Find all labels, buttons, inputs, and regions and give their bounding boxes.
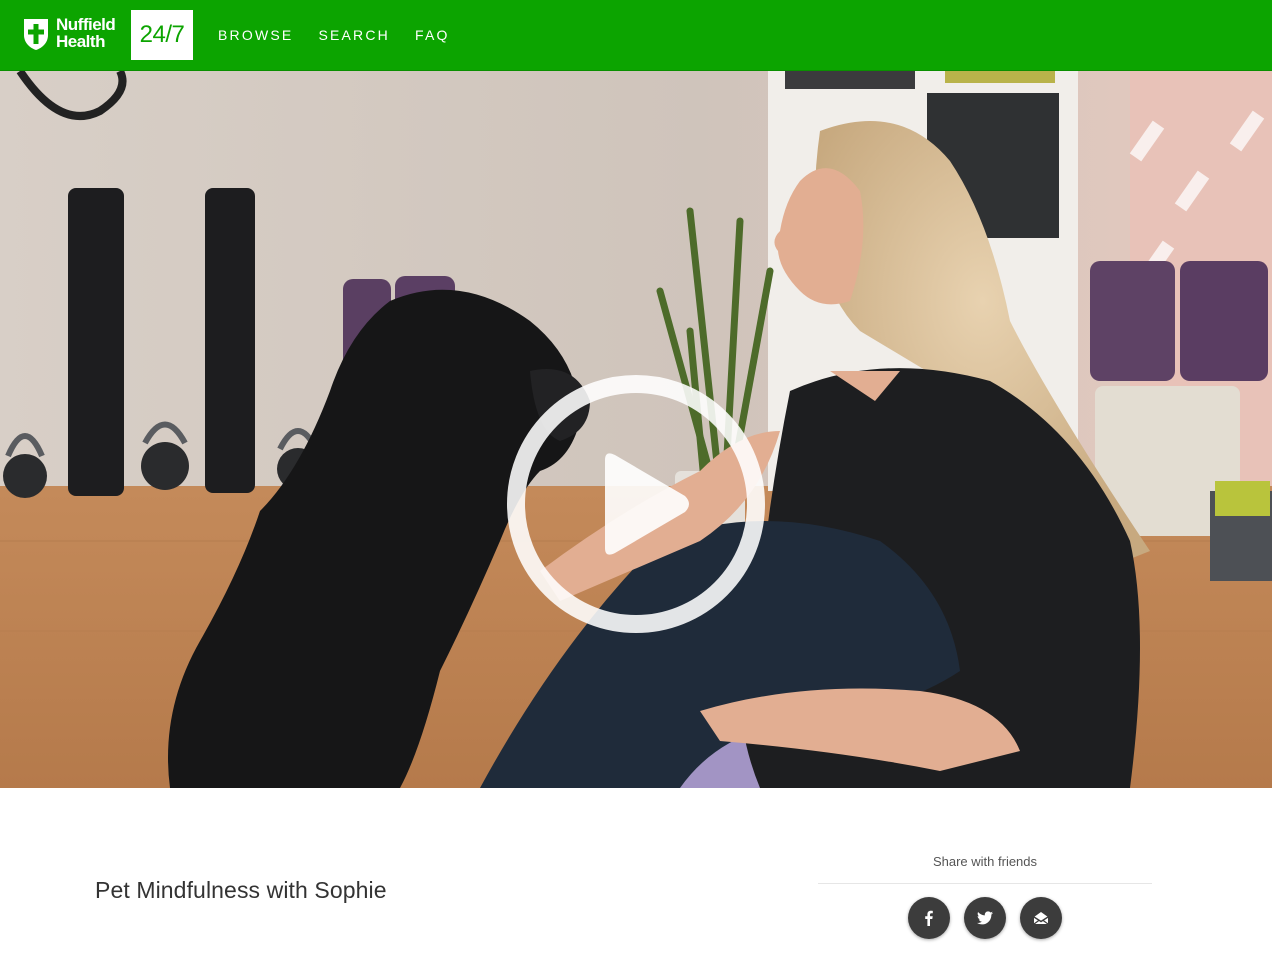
facebook-icon <box>925 910 933 926</box>
nav-browse[interactable]: BROWSE <box>218 27 293 43</box>
main-nav: BROWSE SEARCH FAQ <box>218 0 450 70</box>
video-title: Pet Mindfulness with Sophie <box>95 877 387 903</box>
nav-faq[interactable]: FAQ <box>415 27 450 43</box>
badge-247: 24/7 <box>131 10 193 60</box>
email-icon <box>1033 912 1049 925</box>
twitter-icon <box>977 911 993 925</box>
share-facebook-button[interactable] <box>908 897 950 939</box>
share-email-button[interactable] <box>1020 897 1062 939</box>
play-icon[interactable] <box>505 372 767 636</box>
share-label: Share with friends <box>932 854 1038 869</box>
shield-cross-icon <box>24 19 48 50</box>
share-twitter-button[interactable] <box>964 897 1006 939</box>
site-header: Nuffield Health 24/7 BROWSE SEARCH FAQ <box>0 0 1272 71</box>
nuffield-health-logo[interactable]: Nuffield Health <box>22 15 124 55</box>
video-player[interactable] <box>0 71 1272 788</box>
share-divider <box>818 883 1152 884</box>
nav-search[interactable]: SEARCH <box>318 27 390 43</box>
share-buttons <box>908 897 1062 939</box>
logo-wordmark: Nuffield Health <box>56 15 116 51</box>
